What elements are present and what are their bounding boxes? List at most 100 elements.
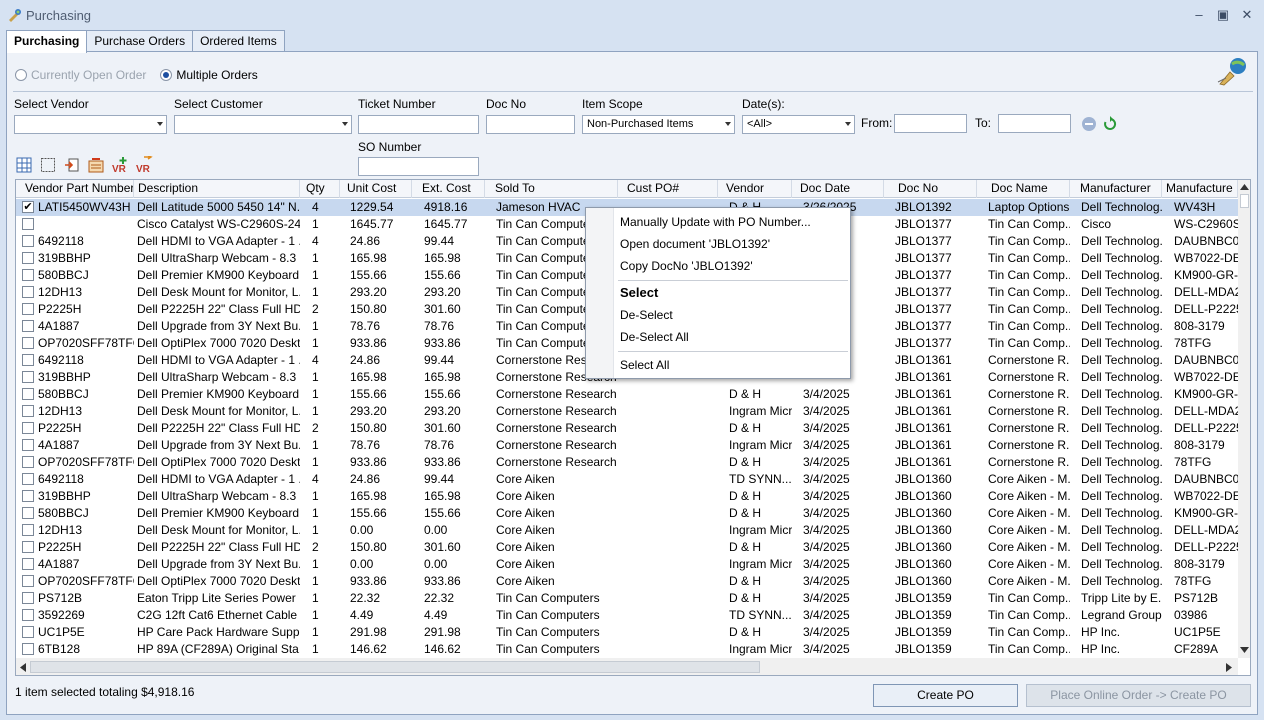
grid-layout-icon[interactable] [15,156,33,174]
table-row[interactable]: 4A1887 Dell Upgrade from 3Y Next Bu... 1 0.… [16,556,1238,573]
menu-item-select-all[interactable]: Select All [620,355,846,375]
row-checkbox[interactable] [22,524,34,536]
row-checkbox[interactable] [22,507,34,519]
menu-item-manual-update[interactable]: Manually Update with PO Number... [620,212,846,232]
row-checkbox[interactable] [22,439,34,451]
tab-purchasing[interactable]: Purchasing [6,30,88,53]
menu-item-deselect-all[interactable]: De-Select All [620,327,846,347]
radio-currently-open-order[interactable]: Currently Open Order [15,68,146,82]
tab-purchase-orders[interactable]: Purchase Orders [86,30,194,52]
dates-select[interactable]: <All> [742,115,855,134]
horizontal-scrollbar[interactable] [16,658,1238,675]
row-checkbox[interactable] [22,320,34,332]
row-checkbox[interactable] [22,405,34,417]
col-doc-date[interactable]: Doc Date [792,180,884,198]
row-checkbox[interactable] [22,473,34,485]
col-qty[interactable]: Qty [300,180,340,198]
tab-ordered-items[interactable]: Ordered Items [192,30,285,52]
col-vendor-part-number[interactable]: Vendor Part Number [16,180,134,198]
menu-item-select[interactable]: Select [620,283,846,303]
create-po-button[interactable]: Create PO [873,684,1018,707]
col-cust-po[interactable]: Cust PO# [618,180,718,198]
table-row[interactable]: OP7020SFF78TFG Dell OptiPlex 7000 7020 De… [16,454,1238,471]
scroll-thumb[interactable] [1240,194,1249,208]
clear-dates-icon[interactable] [1080,115,1098,133]
col-description[interactable]: Description [134,180,300,198]
row-checkbox[interactable] [22,218,34,230]
table-row[interactable]: 3592269 C2G 12ft Cat6 Ethernet Cable -...… [16,607,1238,624]
close-button[interactable]: ✕ [1238,6,1256,24]
maximize-button[interactable]: ▣ [1214,6,1232,24]
row-checkbox[interactable] [22,337,34,349]
menu-item-open-document[interactable]: Open document 'JBLO1392' [620,234,846,254]
menu-item-deselect[interactable]: De-Select [620,305,846,325]
doc-no-input[interactable] [486,115,575,134]
refresh-icon[interactable] [1103,116,1117,132]
table-row[interactable]: P2225H Dell P2225H 22" Class Full HD... 2 1… [16,420,1238,437]
col-unit-cost[interactable]: Unit Cost [340,180,412,198]
row-checkbox[interactable] [22,235,34,247]
row-checkbox[interactable] [22,286,34,298]
row-checkbox[interactable] [22,643,34,655]
table-row[interactable]: UC1P5E HP Care Pack Hardware Supp... 1 291.… [16,624,1238,641]
col-manufacturer[interactable]: Manufacturer [1070,180,1162,198]
col-manufacturer-part[interactable]: Manufacture [1162,180,1238,198]
row-checkbox[interactable] [22,252,34,264]
row-checkbox[interactable] [22,303,34,315]
from-date-input[interactable] [894,114,967,133]
table-row[interactable]: 6TB128 HP 89A (CF289A) Original Sta... 1 14… [16,641,1238,658]
row-checkbox[interactable]: ✔ [22,201,34,213]
row-checkbox[interactable] [22,354,34,366]
item-scope-select[interactable]: Non-Purchased Items [582,115,735,134]
table-row[interactable]: PS712B Eaton Tripp Lite Series Power I...… [16,590,1238,607]
to-date-input[interactable] [998,114,1071,133]
row-checkbox[interactable] [22,609,34,621]
table-row[interactable]: 580BBCJ Dell Premier KM900 Keyboard ... 1 1… [16,386,1238,403]
vertical-scrollbar[interactable] [1238,180,1250,658]
row-checkbox[interactable] [22,541,34,553]
row-checkbox[interactable] [22,592,34,604]
row-checkbox[interactable] [22,371,34,383]
table-row[interactable]: 12DH13 Dell Desk Mount for Monitor, L... 1… [16,403,1238,420]
col-doc-name[interactable]: Doc Name [977,180,1070,198]
scroll-up-icon[interactable] [1240,183,1249,191]
radio-multiple-orders[interactable]: Multiple Orders [160,68,258,82]
ticket-number-input[interactable] [358,115,479,134]
satellite-globe-icon[interactable] [1216,56,1250,86]
table-row[interactable]: 580BBCJ Dell Premier KM900 Keyboard ... 1 1… [16,505,1238,522]
add-vr-icon[interactable]: VR [111,156,129,174]
select-box-icon[interactable] [39,156,57,174]
col-ext-cost[interactable]: Ext. Cost [412,180,485,198]
col-vendor[interactable]: Vendor [718,180,792,198]
cell-docno: JBLO1361 [895,455,952,469]
scroll-thumb[interactable] [30,661,760,673]
col-sold-to[interactable]: Sold To [485,180,618,198]
row-checkbox[interactable] [22,456,34,468]
scroll-left-icon[interactable] [20,663,26,672]
row-checkbox[interactable] [22,388,34,400]
row-checkbox[interactable] [22,422,34,434]
row-checkbox[interactable] [22,558,34,570]
row-checkbox[interactable] [22,626,34,638]
row-checkbox[interactable] [22,575,34,587]
row-checkbox[interactable] [22,269,34,281]
export-icon[interactable] [87,156,105,174]
scroll-down-icon[interactable] [1240,646,1249,654]
col-doc-no[interactable]: Doc No [884,180,977,198]
table-row[interactable]: 4A1887 Dell Upgrade from 3Y Next Bu... 1 78… [16,437,1238,454]
so-number-input[interactable] [358,157,479,176]
table-row[interactable]: P2225H Dell P2225H 22" Class Full HD... 2 1… [16,539,1238,556]
place-online-order-button[interactable]: Place Online Order -> Create PO [1026,684,1251,707]
minimize-button[interactable]: – [1190,6,1208,24]
table-row[interactable]: 12DH13 Dell Desk Mount for Monitor, L... 1… [16,522,1238,539]
table-row[interactable]: 319BBHP Dell UltraSharp Webcam - 8.3 ... 1… [16,488,1238,505]
table-row[interactable]: 6492118 Dell HDMI to VGA Adapter - 1 ... 4… [16,471,1238,488]
vr-export-icon[interactable]: VR [135,156,153,174]
table-row[interactable]: OP7020SFF78TFG Dell OptiPlex 7000 7020 De… [16,573,1238,590]
import-icon[interactable] [63,156,81,174]
vendor-select[interactable] [14,115,167,134]
scroll-right-icon[interactable] [1226,663,1232,672]
row-checkbox[interactable] [22,490,34,502]
customer-select[interactable] [174,115,352,134]
menu-item-copy-docno[interactable]: Copy DocNo 'JBLO1392' [620,256,846,276]
